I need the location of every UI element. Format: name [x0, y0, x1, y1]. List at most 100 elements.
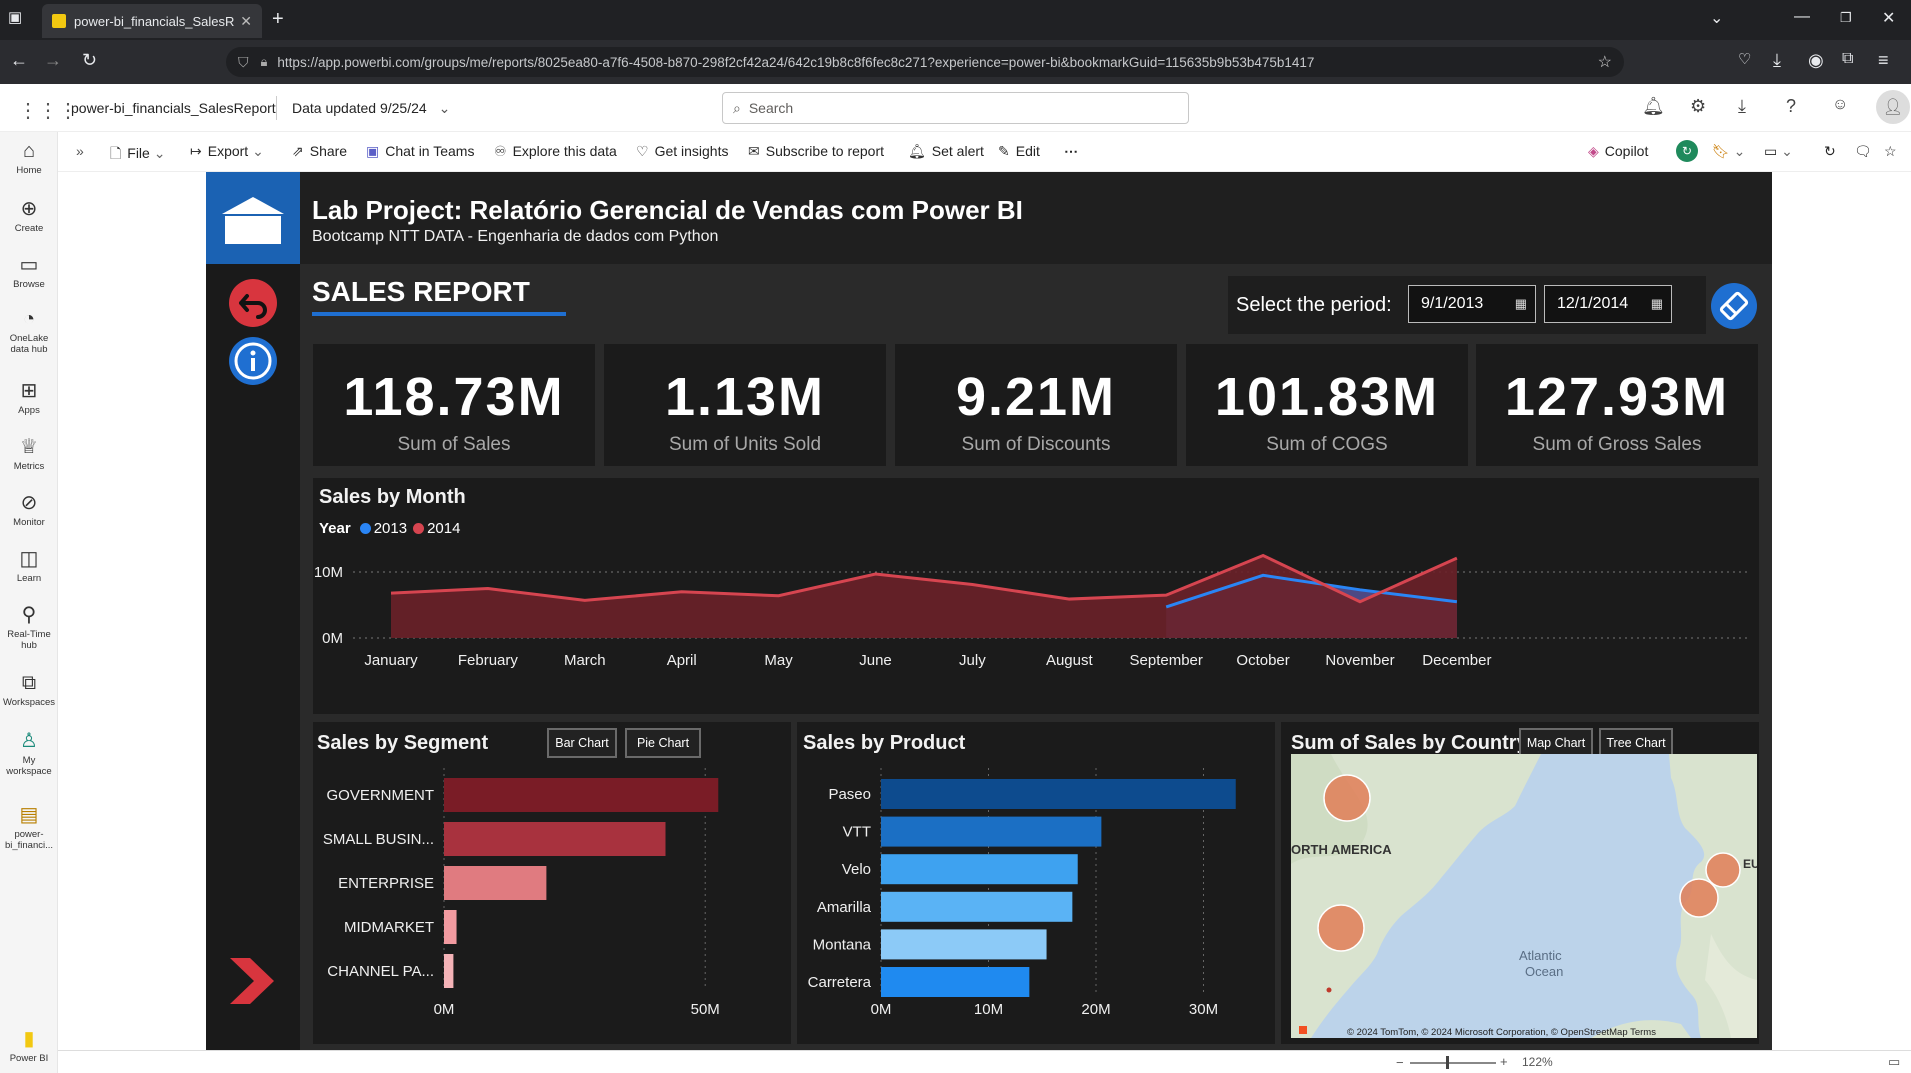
sales-by-product-visual[interactable]: Sales by Product 0M 10M 20M 30M Paseo VTT Velo…	[797, 722, 1275, 1044]
kpi-card-units[interactable]: 1.13M Sum of Units Sold	[604, 344, 886, 466]
edit-button[interactable]: ✎ Edit	[998, 143, 1040, 160]
tab-list-icon[interactable]: ▣	[8, 8, 22, 26]
sales-by-month-visual[interactable]: Sales by Month Year 2013 2014 0M 10M Janua…	[313, 478, 1759, 714]
favorite-icon[interactable]: ☆	[1884, 143, 1897, 160]
forward-icon[interactable]: →	[44, 50, 62, 71]
country-bubble[interactable]	[1323, 774, 1371, 822]
more-options-icon[interactable]: ⋯	[1064, 143, 1078, 160]
sales-by-country-visual[interactable]: Sum of Sales by Country Map Chart Tree C…	[1281, 722, 1759, 1044]
refresh-icon[interactable]: ↻	[1824, 143, 1836, 160]
bell-icon: 🔔︎	[908, 143, 926, 159]
data-updated[interactable]: Data updated 9/25/24 ⌄	[292, 100, 450, 117]
home-nav-tile[interactable]	[206, 172, 300, 264]
back-arrow-icon[interactable]	[228, 278, 278, 328]
shield-icon[interactable]: ⛉	[238, 54, 249, 71]
avatar[interactable]: 👤︎	[1876, 90, 1910, 124]
bookmark-icon[interactable]: 🔖︎ ⌄	[1712, 143, 1745, 160]
kpi-card-sales[interactable]: 118.73M Sum of Sales	[313, 344, 595, 466]
nav-metrics[interactable]: ♕ Metrics	[0, 434, 58, 472]
nav-learn[interactable]: ◫ Learn	[0, 546, 58, 584]
zoom-slider[interactable]	[1410, 1062, 1496, 1064]
nav-browse[interactable]: ▭ Browse	[0, 252, 58, 290]
share-button[interactable]: ⇗ Share	[292, 143, 347, 160]
extensions-icon[interactable]: ⧉	[1842, 50, 1853, 68]
side-column	[206, 264, 300, 1050]
close-tab-icon[interactable]: ✕	[240, 13, 252, 30]
nav-create[interactable]: ⊕ Create	[0, 196, 58, 234]
nav-current-report[interactable]: ▤ power-bi_financi...	[0, 802, 58, 851]
kpi-card-cogs[interactable]: 101.83M Sum of COGS	[1186, 344, 1468, 466]
search-placeholder: Search	[748, 100, 794, 116]
set-alert-button[interactable]: 🔔︎ Set alert	[908, 143, 984, 160]
fit-page-icon[interactable]: ▭	[1888, 1054, 1900, 1070]
chat-in-teams-button[interactable]: ▣ Chat in Teams	[366, 143, 474, 160]
nav-powerbi[interactable]: ▮ Power BI	[0, 1026, 58, 1064]
calendar-icon[interactable]: ▦	[1515, 296, 1527, 312]
notifications-icon[interactable]: 🔔︎	[1642, 96, 1665, 117]
restore-icon[interactable]: ❐	[1840, 10, 1852, 26]
search-input[interactable]: ⌕ Search	[722, 92, 1189, 124]
nav-home[interactable]: ⌂ Home	[0, 140, 58, 176]
country-bubble[interactable]	[1679, 878, 1719, 918]
nav-onelake[interactable]: ◔ OneLake data hub	[0, 308, 58, 355]
downloads-icon[interactable]: ⤓	[1773, 50, 1781, 71]
account-icon[interactable]: ◉	[1808, 50, 1824, 71]
zoom-out-icon[interactable]: −	[1396, 1055, 1404, 1070]
clear-filter-icon[interactable]	[1710, 282, 1758, 330]
calendar-icon[interactable]: ▦	[1651, 296, 1663, 312]
close-window-icon[interactable]: ✕	[1882, 8, 1895, 28]
url-text[interactable]: https://app.powerbi.com/groups/me/report…	[277, 55, 1314, 70]
back-icon[interactable]: ←	[10, 50, 28, 71]
nav-apps[interactable]: ⊞ Apps	[0, 378, 58, 416]
sales-by-segment-visual[interactable]: Sales by Segment Bar Chart Pie Chart 0M 5…	[313, 722, 791, 1044]
nav-my-workspace[interactable]: ♙ My workspace	[0, 728, 58, 777]
get-insights-button[interactable]: ♡ Get insights	[636, 143, 729, 160]
feedback-icon[interactable]: ☺	[1832, 96, 1848, 114]
export-menu[interactable]: ↦ Export ⌄	[190, 143, 264, 160]
download-icon[interactable]: ⤓	[1738, 96, 1746, 117]
explore-icon: ♾	[494, 143, 507, 159]
kpi-card-gross-sales[interactable]: 127.93M Sum of Gross Sales	[1476, 344, 1758, 466]
tab-dropdown-icon[interactable]: ⌄	[1710, 8, 1723, 28]
subscribe-button[interactable]: ✉ Subscribe to report	[748, 143, 884, 160]
zoom-slider-thumb[interactable]	[1446, 1056, 1449, 1069]
new-tab-icon[interactable]: +	[272, 8, 284, 31]
chevron-down-icon: ⌄	[252, 143, 264, 159]
expand-pane-icon[interactable]: »	[76, 143, 84, 159]
bookmark-star-icon[interactable]: ☆	[1598, 52, 1612, 72]
file-menu[interactable]: 🗋︎ File ⌄	[110, 143, 165, 167]
info-icon[interactable]	[228, 336, 278, 386]
report-name[interactable]: power-bi_financials_SalesReport	[71, 100, 276, 116]
nav-realtime[interactable]: ⚲ Real-Time hub	[0, 602, 58, 651]
country-bubble[interactable]	[1317, 904, 1365, 952]
country-bubble[interactable]	[1705, 852, 1741, 888]
country-map[interactable]: ORTH AMERICA Atlantic Ocean EU © 2024 To…	[1291, 754, 1757, 1038]
end-date-input[interactable]: 12/1/2014 ▦	[1544, 285, 1672, 323]
start-date-input[interactable]: 9/1/2013 ▦	[1408, 285, 1536, 323]
copilot-status-icon[interactable]: ↻	[1676, 140, 1698, 162]
help-icon[interactable]: ?	[1786, 96, 1796, 117]
browser-tab[interactable]: power-bi_financials_SalesRepor ✕	[42, 4, 262, 38]
nav-monitor[interactable]: ⊘ Monitor	[0, 490, 58, 528]
explore-data-button[interactable]: ♾ Explore this data	[494, 143, 617, 160]
view-icon[interactable]: ▭ ⌄	[1764, 143, 1793, 160]
settings-icon[interactable]: ⚙	[1690, 96, 1706, 117]
nav-workspaces[interactable]: ⧉ Workspaces	[0, 672, 58, 708]
menu-icon[interactable]: ≡	[1878, 50, 1889, 71]
app-launcher-icon[interactable]: ⋮⋮⋮	[18, 98, 78, 123]
data-updated-text: Data updated 9/25/24	[292, 100, 427, 116]
map-attribution[interactable]: © 2024 TomTom, © 2024 Microsoft Corporat…	[1347, 1027, 1656, 1038]
address-bar[interactable]: ⛉ 🔒︎ https://app.powerbi.com/groups/me/r…	[226, 47, 1624, 77]
reload-icon[interactable]: ↻	[82, 50, 97, 71]
map-marker	[1326, 987, 1332, 993]
zoom-level[interactable]: 122%	[1522, 1055, 1553, 1069]
next-page-icon[interactable]	[230, 958, 274, 1004]
zoom-in-icon[interactable]: +	[1500, 1054, 1508, 1069]
lightbulb-icon: ♡	[636, 143, 649, 159]
pocket-icon[interactable]: ♡	[1738, 50, 1751, 68]
comments-icon[interactable]: 🗨︎	[1854, 143, 1872, 160]
minimize-icon[interactable]: —	[1794, 8, 1810, 26]
lock-icon[interactable]: 🔒︎	[261, 54, 268, 70]
kpi-card-discounts[interactable]: 9.21M Sum of Discounts	[895, 344, 1177, 466]
copilot-button[interactable]: ◈ Copilot	[1588, 143, 1648, 160]
